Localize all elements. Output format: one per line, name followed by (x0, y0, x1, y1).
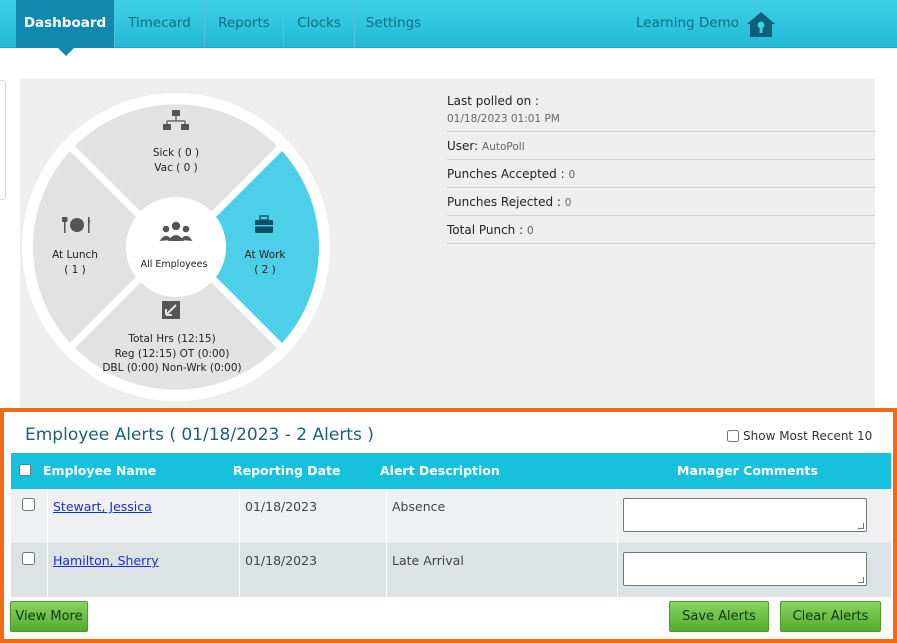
side-panel-edge (0, 80, 6, 200)
column-divider (239, 489, 240, 543)
top-nav-bar: Dashboard Timecard Reports Clocks Settin… (0, 0, 897, 48)
clear-alerts-button[interactable]: Clear Alerts (780, 601, 881, 632)
sick-label: Sick ( 0 ) (153, 147, 199, 159)
column-divider (386, 543, 387, 597)
reporting-date: 01/18/2023 (245, 499, 318, 514)
employee-name-link[interactable]: Stewart, Jessica (53, 499, 152, 514)
total-hours-label: Total Hrs (12:15) (127, 333, 215, 345)
employee-name-link[interactable]: Hamilton, Sherry (53, 553, 159, 568)
user-label: User: (447, 139, 479, 153)
user-value: AutoPoll (482, 141, 525, 153)
punches-rejected-value: 0 (564, 197, 572, 209)
select-all-checkbox[interactable] (19, 464, 31, 476)
column-divider (617, 489, 618, 543)
col-alert-description[interactable]: Alert Description (380, 463, 500, 478)
alerts-table-header: Employee Name Reporting Date Alert Descr… (11, 453, 891, 489)
resize-handle-icon[interactable] (858, 577, 864, 583)
at-lunch-count: ( 1 ) (64, 264, 86, 276)
alert-description: Absence (392, 499, 446, 514)
total-punch-row: Total Punch : 0 (447, 216, 875, 244)
table-row: Stewart, Jessica 01/18/2023 Absence (11, 489, 891, 543)
at-work-label: At Work (244, 249, 286, 261)
tab-settings[interactable]: Settings (355, 0, 432, 47)
vac-label: Vac ( 0 ) (154, 162, 197, 174)
column-divider (386, 489, 387, 543)
manager-comment-input[interactable] (623, 498, 867, 532)
save-alerts-button[interactable]: Save Alerts (669, 601, 769, 632)
wheel-center[interactable] (126, 197, 226, 297)
all-employees-label: All Employees (141, 259, 208, 270)
column-divider (47, 543, 48, 597)
table-row: Hamilton, Sherry 01/18/2023 Late Arrival (11, 543, 891, 597)
column-divider (617, 543, 618, 597)
punches-accepted-value: 0 (568, 169, 576, 181)
summary-panel: Sick ( 0 ) Vac ( 0 ) At Lunch ( 1 ) At W… (20, 79, 875, 410)
row-checkbox[interactable] (22, 552, 35, 565)
at-lunch-label: At Lunch (52, 249, 98, 261)
column-divider (47, 489, 48, 543)
last-polled-row: Last polled on : 01/18/2023 01:01 PM (447, 89, 875, 132)
manager-comment-input[interactable] (623, 552, 867, 586)
column-divider (239, 543, 240, 597)
col-reporting-date[interactable]: Reporting Date (233, 463, 341, 478)
show-recent-checkbox[interactable] (727, 430, 739, 442)
employee-alerts-panel: Employee Alerts ( 01/18/2023 - 2 Alerts … (0, 408, 897, 643)
punches-rejected-row: Punches Rejected : 0 (447, 188, 875, 216)
overtime-arrow-icon (162, 301, 180, 319)
punches-accepted-label: Punches Accepted : (447, 167, 565, 181)
punches-accepted-row: Punches Accepted : 0 (447, 160, 875, 188)
col-employee-name[interactable]: Employee Name (43, 463, 156, 478)
punches-rejected-label: Punches Rejected : (447, 195, 561, 209)
total-punch-value: 0 (526, 225, 534, 237)
total-punch-label: Total Punch : (447, 223, 524, 237)
dbl-nonwork-hours-label: DBL (0:00) Non-Wrk (0:00) (102, 362, 241, 374)
account-label[interactable]: Learning Demo (636, 15, 739, 31)
last-polled-value: 01/18/2023 01:01 PM (447, 113, 560, 125)
row-checkbox[interactable] (22, 498, 35, 511)
tab-dashboard[interactable]: Dashboard (16, 0, 115, 48)
view-more-button[interactable]: View More (10, 601, 88, 632)
at-work-count: ( 2 ) (254, 264, 276, 276)
reporting-date: 01/18/2023 (245, 553, 318, 568)
tab-clocks[interactable]: Clocks (284, 0, 355, 47)
active-tab-caret (57, 47, 75, 56)
last-polled-label: Last polled on : (447, 94, 540, 108)
col-manager-comments[interactable]: Manager Comments (677, 463, 818, 478)
tab-timecard[interactable]: Timecard (115, 0, 205, 47)
status-wheel: Sick ( 0 ) Vac ( 0 ) At Lunch ( 1 ) At W… (22, 93, 330, 401)
reg-ot-hours-label: Reg (12:15) OT (0:00) (115, 348, 230, 360)
user-row: User: AutoPoll (447, 132, 875, 160)
show-recent-toggle[interactable]: Show Most Recent 10 (727, 429, 872, 443)
dashboard-app: Dashboard Timecard Reports Clocks Settin… (0, 0, 897, 643)
resize-handle-icon[interactable] (858, 523, 864, 529)
poll-stats: Last polled on : 01/18/2023 01:01 PM Use… (447, 89, 875, 244)
tab-reports[interactable]: Reports (205, 0, 284, 47)
show-recent-label: Show Most Recent 10 (743, 429, 873, 443)
alert-description: Late Arrival (392, 553, 464, 568)
alerts-title: Employee Alerts ( 01/18/2023 - 2 Alerts … (25, 425, 374, 445)
home-icon[interactable] (745, 10, 777, 38)
